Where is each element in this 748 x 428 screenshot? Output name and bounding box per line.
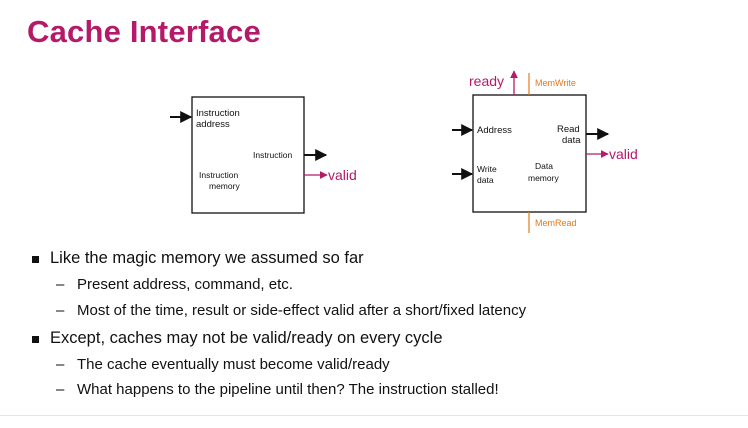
- square-bullet-icon: [32, 256, 39, 263]
- write-data-label: Write: [477, 164, 497, 174]
- instruction-output-label: Instruction: [253, 150, 292, 160]
- dash-bullet-icon: –: [56, 381, 65, 398]
- memread-label: MemRead: [535, 218, 577, 228]
- square-bullet-icon: [32, 336, 39, 343]
- instruction-memory-name-2: memory: [209, 181, 240, 191]
- memwrite-label: MemWrite: [535, 78, 576, 88]
- data-memory-name: Data: [535, 161, 553, 171]
- read-data-label: Read: [557, 124, 580, 135]
- instruction-address-label: Instruction: [196, 108, 240, 119]
- instruction-memory-name: Instruction: [199, 170, 238, 180]
- read-data-label-2: data: [562, 135, 581, 146]
- instruction-memory-block: Instruction address Instruction Instruct…: [170, 96, 357, 214]
- memory-diagram: Instruction address Instruction Instruct…: [170, 70, 638, 233]
- write-data-label-2: data: [477, 175, 494, 185]
- ready-label: ready: [469, 73, 504, 89]
- data-memory-box: [472, 94, 587, 213]
- dash-bullet-icon: –: [56, 276, 65, 293]
- address-label: Address: [477, 125, 512, 136]
- bottom-divider: [0, 415, 748, 416]
- sub-bullet-text: What happens to the pipeline until then?…: [77, 381, 499, 398]
- bullet-text: Except, caches may not be valid/ready on…: [50, 329, 443, 347]
- dash-bullet-icon: –: [56, 356, 65, 373]
- sub-bullet-text: Present address, command, etc.: [77, 276, 293, 293]
- imem-valid-label: valid: [328, 167, 357, 183]
- data-memory-name-2: memory: [528, 173, 559, 183]
- dash-bullet-icon: –: [56, 302, 65, 319]
- bullet-text: Like the magic memory we assumed so far: [50, 249, 364, 267]
- sub-bullet-text: The cache eventually must become valid/r…: [77, 356, 390, 373]
- sub-bullet-text: Most of the time, result or side-effect …: [77, 302, 527, 319]
- instruction-address-label-2: address: [196, 119, 230, 130]
- data-memory-block: ready MemWrite Address Write data Read d…: [452, 70, 638, 233]
- dmem-valid-label: valid: [609, 146, 638, 162]
